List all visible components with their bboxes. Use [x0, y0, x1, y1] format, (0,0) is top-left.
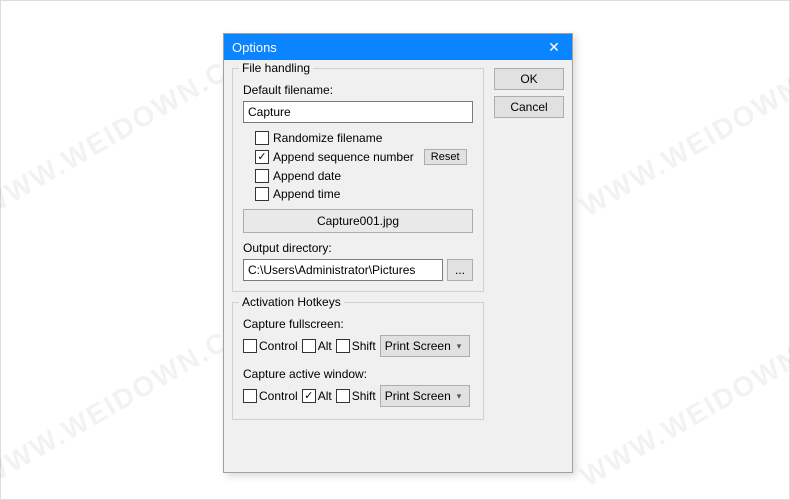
fullscreen-control-checkbox[interactable]	[243, 339, 257, 353]
fullscreen-key-select[interactable]: Print Screen ▾	[380, 335, 470, 357]
capture-active-window-label: Capture active window:	[243, 367, 473, 381]
activewin-alt-label: Alt	[318, 389, 332, 403]
titlebar: Options ✕	[224, 34, 572, 60]
ok-button[interactable]: OK	[494, 68, 564, 90]
filename-preview: Capture001.jpg	[243, 209, 473, 233]
default-filename-input[interactable]	[243, 101, 473, 123]
randomize-filename-checkbox[interactable]	[255, 131, 269, 145]
close-button[interactable]: ✕	[536, 34, 572, 60]
cancel-button[interactable]: Cancel	[494, 96, 564, 118]
output-directory-input[interactable]	[243, 259, 443, 281]
file-handling-title: File handling	[239, 61, 313, 75]
append-date-checkbox[interactable]	[255, 169, 269, 183]
output-directory-label: Output directory:	[243, 241, 473, 255]
close-icon: ✕	[548, 39, 560, 56]
append-time-checkbox[interactable]	[255, 187, 269, 201]
window-title: Options	[232, 40, 536, 55]
fullscreen-control-label: Control	[259, 339, 298, 353]
watermark: WWW.WEIDOWN.COM	[575, 31, 790, 224]
default-filename-label: Default filename:	[243, 83, 473, 97]
activewin-alt-checkbox[interactable]	[302, 389, 316, 403]
file-handling-group: File handling Default filename: Randomiz…	[232, 68, 484, 292]
fullscreen-key-value: Print Screen	[385, 339, 451, 353]
activation-hotkeys-group: Activation Hotkeys Capture fullscreen: C…	[232, 302, 484, 420]
append-date-label: Append date	[273, 169, 341, 183]
activewin-control-label: Control	[259, 389, 298, 403]
append-time-label: Append time	[273, 187, 340, 201]
randomize-filename-label: Randomize filename	[273, 131, 382, 145]
fullscreen-shift-checkbox[interactable]	[336, 339, 350, 353]
options-dialog: Options ✕ File handling Default filename…	[223, 33, 573, 473]
activation-hotkeys-title: Activation Hotkeys	[239, 295, 344, 309]
append-sequence-checkbox[interactable]	[255, 150, 269, 164]
chevron-down-icon: ▾	[457, 341, 462, 352]
reset-sequence-button[interactable]: Reset	[424, 149, 467, 165]
activewin-key-value: Print Screen	[385, 389, 451, 403]
capture-fullscreen-label: Capture fullscreen:	[243, 317, 473, 331]
chevron-down-icon: ▾	[457, 391, 462, 402]
activewin-shift-checkbox[interactable]	[336, 389, 350, 403]
activewin-control-checkbox[interactable]	[243, 389, 257, 403]
watermark: WWW.WEIDOWN.COM	[575, 301, 790, 494]
activewin-key-select[interactable]: Print Screen ▾	[380, 385, 470, 407]
fullscreen-shift-label: Shift	[352, 339, 376, 353]
activewin-shift-label: Shift	[352, 389, 376, 403]
browse-button[interactable]: ...	[447, 259, 473, 281]
fullscreen-alt-label: Alt	[318, 339, 332, 353]
fullscreen-alt-checkbox[interactable]	[302, 339, 316, 353]
append-sequence-label: Append sequence number	[273, 150, 414, 164]
